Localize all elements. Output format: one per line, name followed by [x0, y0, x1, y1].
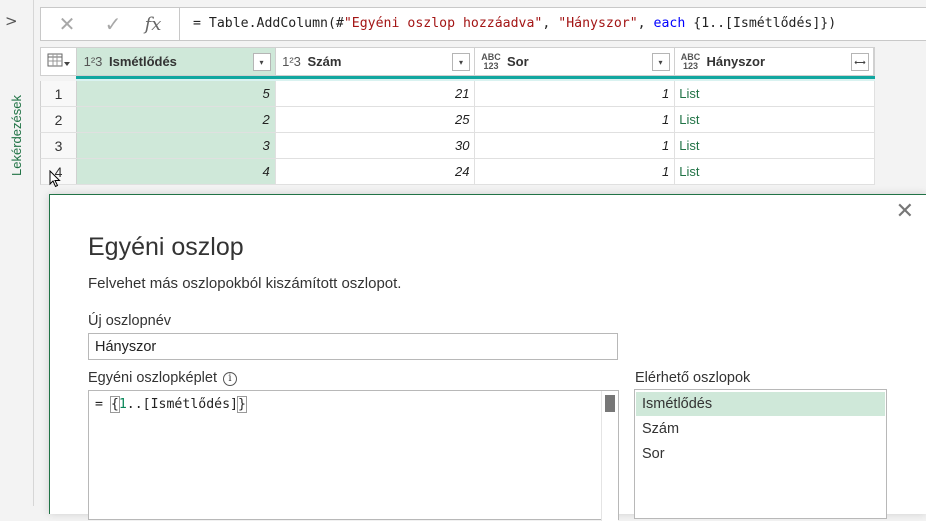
available-columns-label: Elérhető oszlopok: [635, 370, 751, 386]
formula-editor-text: = {1..[Ismétlődés]}: [95, 396, 247, 413]
list-link[interactable]: List: [675, 107, 876, 132]
available-columns-list: Ismétlődés Szám Sor: [634, 389, 887, 519]
formula-suffix: {1..[Ismétlődés]}): [685, 16, 837, 31]
data-grid: 1²3 Ismétlődés ▾ 1²3 Szám ▾ ABC 123 Sor ▾…: [40, 47, 876, 185]
type-label-bottom: 123: [483, 60, 499, 71]
table-cell[interactable]: 2: [76, 107, 276, 132]
formula-prefix: =: [95, 397, 111, 412]
row-number[interactable]: 3: [41, 133, 77, 158]
table-row: 1 5 21 1 List: [40, 81, 876, 107]
table-cell[interactable]: 21: [276, 81, 476, 106]
row-number[interactable]: 2: [41, 107, 77, 132]
table-cell[interactable]: 5: [76, 81, 276, 106]
custom-formula-editor[interactable]: = {1..[Ismétlődés]}: [88, 390, 619, 521]
available-column-item[interactable]: Szám: [636, 417, 885, 441]
confirm-icon[interactable]: ✓: [93, 8, 133, 40]
table-cell[interactable]: 1: [475, 133, 676, 158]
formula-bar: ✕ ✓ fx = Table.AddColumn(#"Egyéni oszlop…: [40, 7, 926, 41]
table-cell[interactable]: 30: [276, 133, 476, 158]
any-type-icon[interactable]: ABC 123: [479, 52, 503, 71]
available-column-item[interactable]: Ismétlődés: [636, 392, 885, 416]
fx-icon[interactable]: fx: [133, 8, 173, 40]
filter-dropdown-icon[interactable]: ▾: [651, 53, 670, 71]
custom-column-dialog: ✕ Egyéni oszlop Felvehet más oszlopokból…: [49, 194, 926, 521]
new-column-name-label: Új oszlopnév: [88, 313, 172, 329]
column-name: Szám: [307, 54, 342, 69]
cancel-icon[interactable]: ✕: [47, 8, 87, 40]
column-header-ismetlodes[interactable]: 1²3 Ismétlődés ▾: [77, 48, 276, 75]
grid-header: 1²3 Ismétlődés ▾ 1²3 Szám ▾ ABC 123 Sor ▾…: [40, 47, 875, 76]
filter-dropdown-icon[interactable]: ▾: [252, 53, 271, 71]
table-cell[interactable]: 1: [475, 81, 676, 106]
formula-prefix: = Table.AddColumn(#: [193, 16, 344, 31]
table-cell[interactable]: 25: [276, 107, 476, 132]
expand-chevron-icon[interactable]: >: [5, 12, 18, 30]
column-header-szam[interactable]: 1²3 Szám ▾: [276, 48, 475, 75]
editor-scrollbar[interactable]: [601, 391, 618, 521]
filter-dropdown-icon[interactable]: ▾: [452, 53, 470, 71]
formula-middle: ..[Ismétlődés]: [126, 397, 238, 412]
table-cell[interactable]: 4: [76, 159, 276, 184]
formula-keyword: each: [653, 16, 686, 31]
table-row: 3 3 30 1 List: [40, 133, 876, 159]
column-name: Ismétlődés: [109, 54, 177, 69]
type-label-bottom: 123: [682, 60, 699, 71]
number-type-icon[interactable]: 1²3: [280, 55, 304, 68]
table-cell[interactable]: 1: [475, 107, 676, 132]
custom-formula-label-text: Egyéni oszlopképlet: [88, 370, 217, 386]
formula-input[interactable]: = Table.AddColumn(#"Egyéni oszlop hozzáa…: [193, 16, 836, 31]
column-header-sor[interactable]: ABC 123 Sor ▾: [475, 48, 675, 75]
expand-column-icon[interactable]: ⟷: [851, 53, 869, 71]
any-type-icon[interactable]: ABC 123: [679, 52, 703, 71]
info-icon[interactable]: i: [222, 372, 237, 386]
formula-arg-step: "Egyéni oszlop hozzáadva": [343, 16, 543, 31]
formula-sep: ,: [637, 16, 654, 31]
column-header-hanyszor[interactable]: ABC 123 Hányszor ⟷: [675, 48, 874, 75]
table-row: 4 4 24 1 List: [40, 159, 876, 185]
mouse-cursor-icon: [49, 170, 61, 188]
dialog-title: Egyéni oszlop: [88, 233, 244, 261]
list-link[interactable]: List: [675, 159, 876, 184]
table-cell[interactable]: 3: [76, 133, 276, 158]
queries-pane: > Lekérdezések: [0, 0, 34, 506]
formula-number: 1: [118, 397, 127, 412]
formula-bar-divider: [179, 8, 180, 40]
list-link[interactable]: List: [675, 81, 876, 106]
table-menu-icon[interactable]: [41, 48, 77, 75]
new-column-name-input[interactable]: [88, 333, 618, 360]
row-number[interactable]: 1: [41, 81, 77, 106]
column-name: Hányszor: [706, 54, 766, 69]
queries-pane-label[interactable]: Lekérdezések: [9, 95, 24, 176]
table-row: 2 2 25 1 List: [40, 107, 876, 133]
close-icon[interactable]: ✕: [896, 201, 914, 223]
list-link[interactable]: List: [675, 133, 876, 158]
table-cell[interactable]: 1: [475, 159, 676, 184]
formula-sep: ,: [542, 16, 559, 31]
available-column-item[interactable]: Sor: [636, 442, 885, 466]
dialog-subtitle: Felvehet más oszlopokból kiszámított osz…: [88, 275, 402, 292]
editor-scrollbar-thumb[interactable]: [605, 395, 615, 412]
formula-open-brace: {: [109, 396, 120, 413]
formula-arg-name: "Hányszor": [558, 16, 638, 31]
number-type-icon[interactable]: 1²3: [81, 55, 105, 68]
table-cell[interactable]: 24: [276, 159, 476, 184]
custom-formula-label: Egyéni oszlopképlet i: [88, 370, 237, 386]
formula-close-brace: }: [236, 396, 247, 413]
column-name: Sor: [507, 54, 529, 69]
